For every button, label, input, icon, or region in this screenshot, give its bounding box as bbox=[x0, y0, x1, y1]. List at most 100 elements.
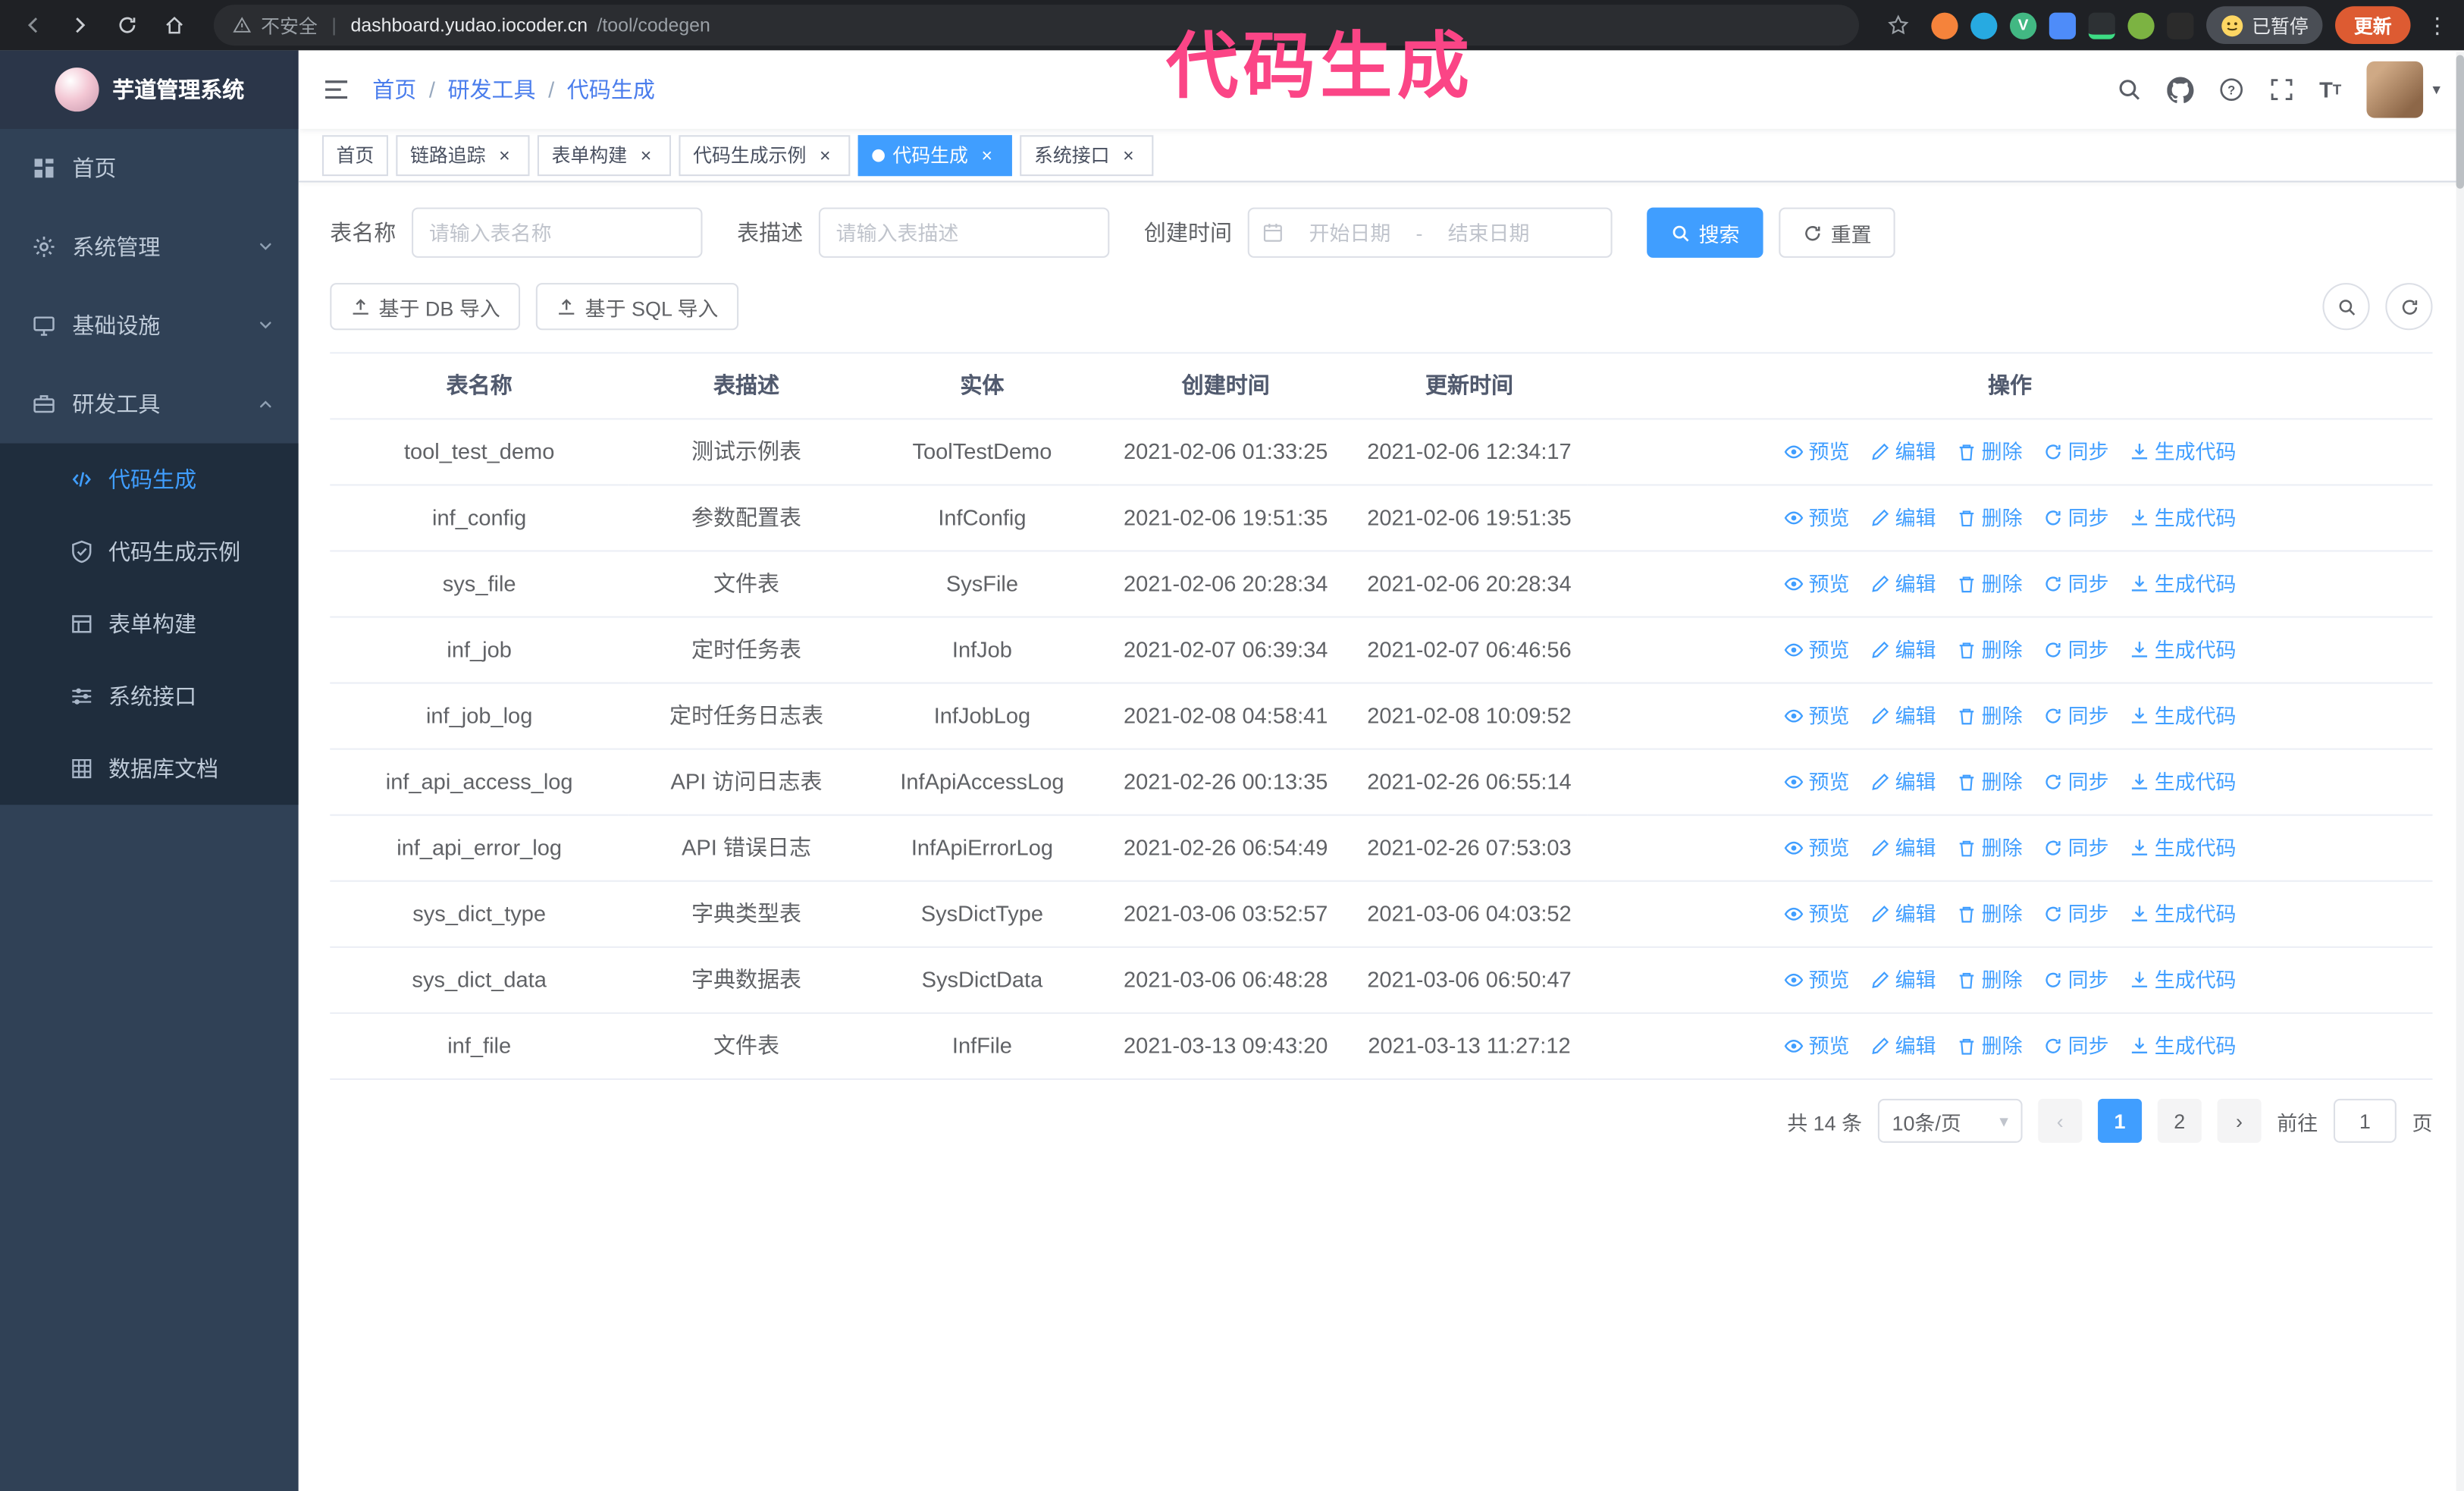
edit-link[interactable]: 编辑 bbox=[1870, 633, 1936, 667]
preview-link[interactable]: 预览 bbox=[1783, 1030, 1850, 1063]
tab-codegen[interactable]: 代码生成 × bbox=[857, 134, 1012, 176]
goto-page-input[interactable] bbox=[2333, 1098, 2397, 1143]
delete-link[interactable]: 删除 bbox=[1956, 898, 2023, 931]
edit-link[interactable]: 编辑 bbox=[1870, 765, 1936, 799]
avatar[interactable] bbox=[2366, 61, 2424, 118]
font-size-icon[interactable]: TT bbox=[2319, 79, 2341, 101]
sync-link[interactable]: 同步 bbox=[2043, 567, 2109, 601]
import-sql-button[interactable]: 基于 SQL 导入 bbox=[536, 283, 739, 331]
preview-link[interactable]: 预览 bbox=[1783, 501, 1850, 535]
sidebar-item-codegen-example[interactable]: 代码生成示例 bbox=[0, 516, 299, 588]
breadcrumb-devtools[interactable]: 研发工具 bbox=[447, 74, 535, 105]
browser-back-button[interactable] bbox=[13, 5, 54, 46]
edit-link[interactable]: 编辑 bbox=[1870, 1030, 1936, 1063]
hamburger-icon[interactable] bbox=[322, 75, 350, 103]
tab-form-builder[interactable]: 表单构建 × bbox=[537, 134, 672, 176]
preview-link[interactable]: 预览 bbox=[1783, 435, 1850, 469]
import-db-button[interactable]: 基于 DB 导入 bbox=[330, 283, 521, 331]
extension-drop-icon[interactable] bbox=[1970, 11, 1998, 39]
delete-link[interactable]: 删除 bbox=[1956, 1030, 2023, 1063]
generate-code-link[interactable]: 生成代码 bbox=[2130, 1030, 2237, 1063]
page-button-1[interactable]: 1 bbox=[2097, 1098, 2143, 1143]
tab-api[interactable]: 系统接口 × bbox=[1020, 134, 1154, 176]
delete-link[interactable]: 删除 bbox=[1956, 501, 2023, 535]
date-end-input[interactable] bbox=[1425, 221, 1552, 245]
edit-link[interactable]: 编辑 bbox=[1870, 831, 1936, 865]
edit-link[interactable]: 编辑 bbox=[1870, 964, 1936, 997]
help-icon[interactable]: ? bbox=[2218, 77, 2243, 102]
breadcrumb-home[interactable]: 首页 bbox=[372, 74, 416, 105]
preview-link[interactable]: 预览 bbox=[1783, 699, 1850, 733]
page-size-select[interactable]: 10条/页 ▾ bbox=[1877, 1098, 2023, 1143]
generate-code-link[interactable]: 生成代码 bbox=[2130, 633, 2237, 667]
tab-trace[interactable]: 链路追踪 × bbox=[396, 134, 530, 176]
edit-link[interactable]: 编辑 bbox=[1870, 898, 1936, 931]
delete-link[interactable]: 删除 bbox=[1956, 765, 2023, 799]
generate-code-link[interactable]: 生成代码 bbox=[2130, 567, 2237, 601]
refresh-table-button[interactable] bbox=[2385, 283, 2433, 331]
sync-link[interactable]: 同步 bbox=[2043, 435, 2109, 469]
date-start-input[interactable] bbox=[1287, 221, 1413, 245]
sync-link[interactable]: 同步 bbox=[2043, 633, 2109, 667]
bookmark-star-icon[interactable] bbox=[1878, 5, 1919, 46]
sync-link[interactable]: 同步 bbox=[2043, 699, 2109, 733]
user-menu[interactable]: ▾ bbox=[2366, 61, 2440, 118]
close-tab-icon[interactable]: × bbox=[976, 144, 998, 166]
extension-vue-icon[interactable]: V bbox=[2009, 11, 2037, 39]
preview-link[interactable]: 预览 bbox=[1783, 964, 1850, 997]
delete-link[interactable]: 删除 bbox=[1956, 699, 2023, 733]
browser-forward-button[interactable] bbox=[60, 5, 101, 46]
fullscreen-icon[interactable] bbox=[2269, 77, 2294, 102]
sidebar-item-home[interactable]: 首页 bbox=[0, 129, 299, 208]
page-button-2[interactable]: 2 bbox=[2157, 1098, 2202, 1143]
toggle-search-button[interactable] bbox=[2322, 283, 2370, 331]
table-name-input[interactable] bbox=[412, 207, 703, 258]
preview-link[interactable]: 预览 bbox=[1783, 831, 1850, 865]
preview-link[interactable]: 预览 bbox=[1783, 898, 1850, 931]
extension-people-icon[interactable] bbox=[2049, 11, 2076, 39]
close-tab-icon[interactable]: × bbox=[814, 144, 836, 166]
generate-code-link[interactable]: 生成代码 bbox=[2130, 831, 2237, 865]
browser-menu-icon[interactable]: ⋮ bbox=[2423, 12, 2451, 39]
profile-paused-badge[interactable]: 已暂停 bbox=[2206, 6, 2323, 45]
sidebar-item-infra[interactable]: 基础设施 bbox=[0, 286, 299, 365]
preview-link[interactable]: 预览 bbox=[1783, 633, 1850, 667]
extension-dev-icon[interactable] bbox=[2088, 11, 2115, 39]
sync-link[interactable]: 同步 bbox=[2043, 1030, 2109, 1063]
sidebar-item-form-builder[interactable]: 表单构建 bbox=[0, 588, 299, 660]
github-icon[interactable] bbox=[2167, 76, 2194, 103]
generate-code-link[interactable]: 生成代码 bbox=[2130, 964, 2237, 997]
edit-link[interactable]: 编辑 bbox=[1870, 699, 1936, 733]
generate-code-link[interactable]: 生成代码 bbox=[2130, 898, 2237, 931]
prev-page-button[interactable]: ‹ bbox=[2038, 1098, 2083, 1143]
browser-update-button[interactable]: 更新 bbox=[2334, 6, 2411, 45]
search-icon[interactable] bbox=[2117, 77, 2142, 102]
close-tab-icon[interactable]: × bbox=[494, 144, 516, 166]
generate-code-link[interactable]: 生成代码 bbox=[2130, 501, 2237, 535]
reset-button[interactable]: 重置 bbox=[1779, 207, 1895, 258]
sync-link[interactable]: 同步 bbox=[2043, 501, 2109, 535]
tab-home[interactable]: 首页 bbox=[321, 134, 388, 176]
sync-link[interactable]: 同步 bbox=[2043, 964, 2109, 997]
generate-code-link[interactable]: 生成代码 bbox=[2130, 699, 2237, 733]
generate-code-link[interactable]: 生成代码 bbox=[2130, 435, 2237, 469]
scrollbar-thumb[interactable] bbox=[2456, 55, 2464, 189]
browser-home-button[interactable] bbox=[154, 5, 195, 46]
edit-link[interactable]: 编辑 bbox=[1870, 501, 1936, 535]
sidebar-item-codegen[interactable]: 代码生成 bbox=[0, 444, 299, 516]
date-range-picker[interactable]: - bbox=[1247, 207, 1613, 258]
tab-codegen-example[interactable]: 代码生成示例 × bbox=[679, 134, 851, 176]
sync-link[interactable]: 同步 bbox=[2043, 898, 2109, 931]
sidebar-item-db-doc[interactable]: 数据库文档 bbox=[0, 733, 299, 805]
url-bar[interactable]: 不安全 | dashboard.yudao.iocoder.cn/tool/co… bbox=[213, 5, 1859, 46]
sidebar-item-system[interactable]: 系统管理 bbox=[0, 208, 299, 287]
extension-leaf-icon[interactable] bbox=[2127, 11, 2155, 39]
close-tab-icon[interactable]: × bbox=[635, 144, 657, 166]
sidebar-item-devtools[interactable]: 研发工具 bbox=[0, 365, 299, 444]
table-desc-input[interactable] bbox=[818, 207, 1110, 258]
delete-link[interactable]: 删除 bbox=[1956, 435, 2023, 469]
browser-refresh-button[interactable] bbox=[107, 5, 148, 46]
next-page-button[interactable]: › bbox=[2217, 1098, 2262, 1143]
edit-link[interactable]: 编辑 bbox=[1870, 567, 1936, 601]
sync-link[interactable]: 同步 bbox=[2043, 831, 2109, 865]
